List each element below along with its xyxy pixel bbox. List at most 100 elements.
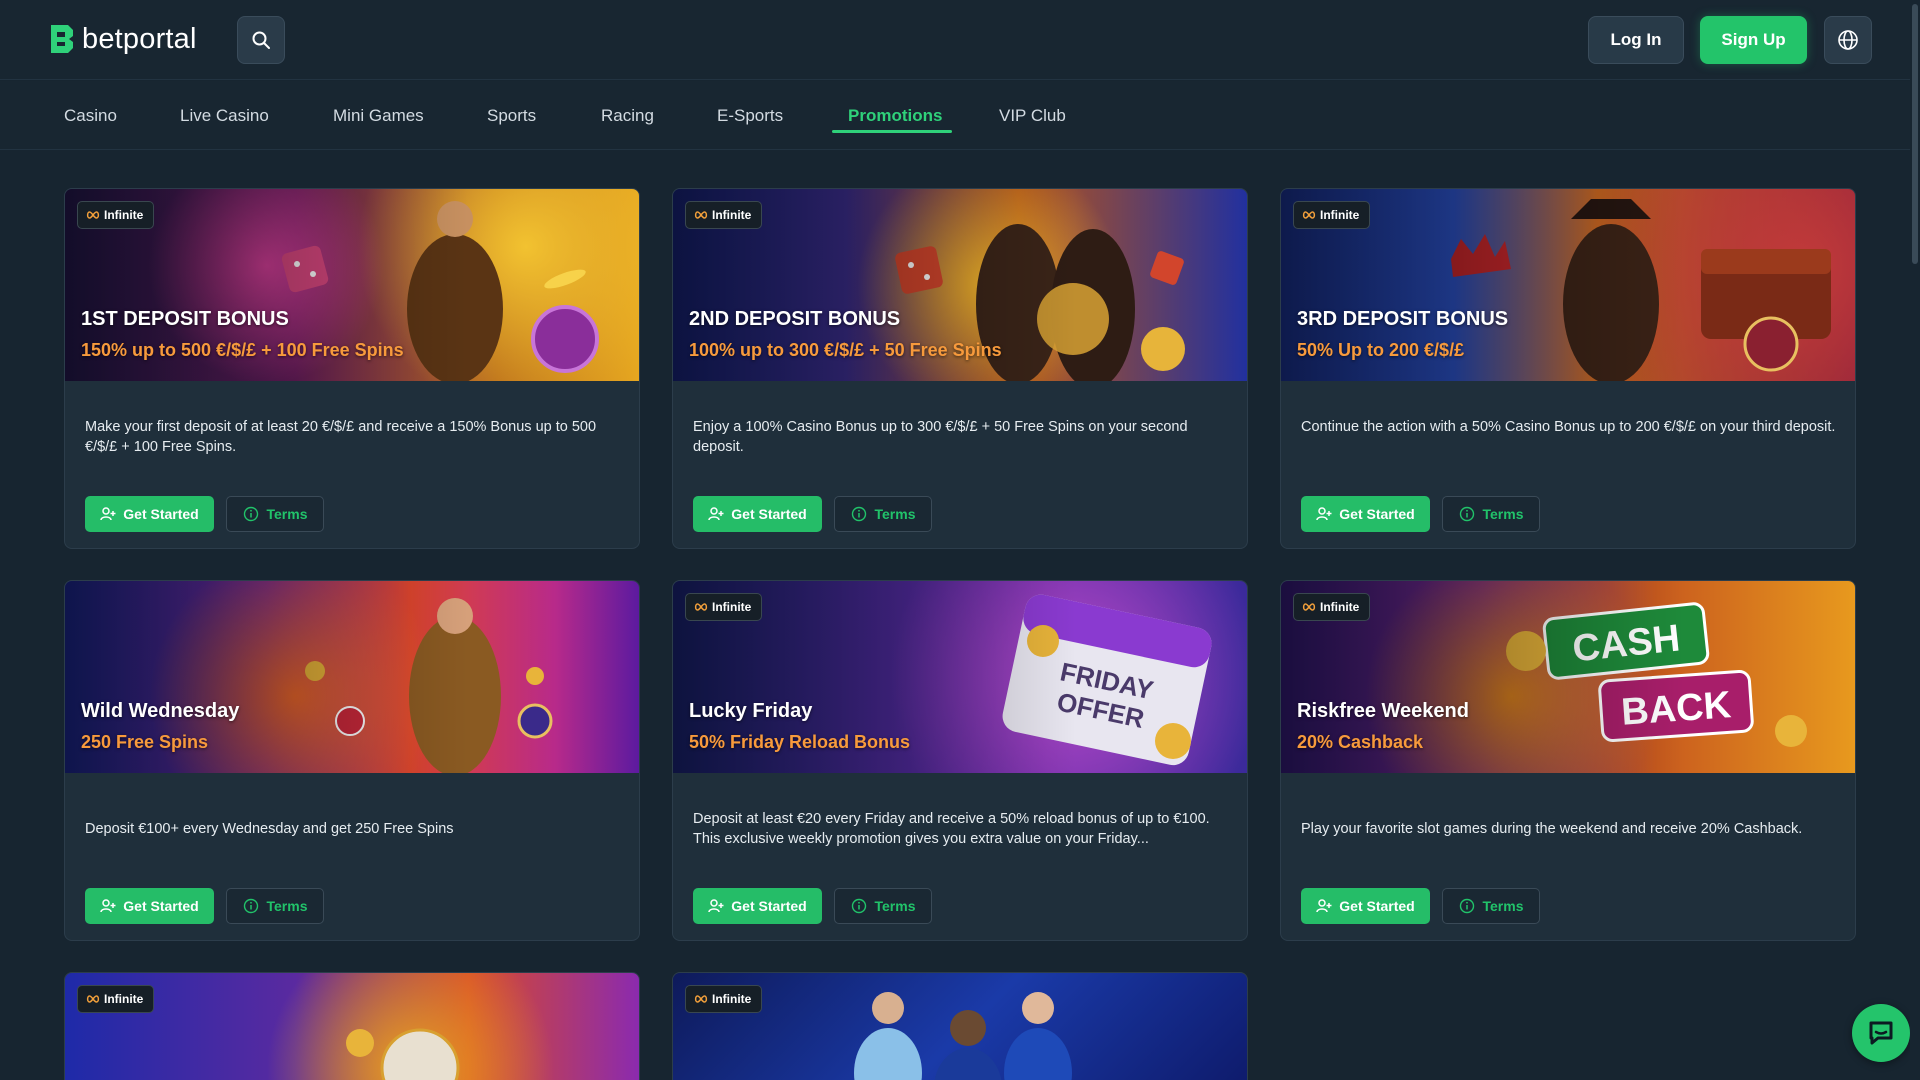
terms-button[interactable]: Terms [1442, 888, 1540, 924]
terms-button[interactable]: Terms [226, 496, 324, 532]
infinity-icon [1302, 603, 1316, 611]
promo-banner: Infinite 3RD DEPOSIT BONUS 50% Up to 200… [1281, 189, 1855, 381]
promo-card-3rd-deposit: Infinite 3RD DEPOSIT BONUS 50% Up to 200… [1280, 188, 1856, 549]
terms-label: Terms [1482, 506, 1524, 522]
terms-label: Terms [1482, 898, 1524, 914]
nav-item-promotions[interactable]: Promotions [832, 81, 958, 150]
nav-item-vip-club[interactable]: VIP Club [983, 81, 1082, 150]
infinity-icon [694, 603, 708, 611]
search-button[interactable] [237, 16, 285, 64]
infinite-badge: Infinite [685, 201, 763, 229]
promo-card-sports-partial: Infinite [64, 972, 640, 1080]
nav-item-esports[interactable]: E-Sports [701, 81, 799, 150]
nav-item-live-casino[interactable]: Live Casino [164, 81, 285, 150]
promo-banner: Infinite 2ND DEPOSIT BONUS 100% up to 30… [673, 189, 1247, 381]
promo-subtitle: 250 Free Spins [81, 732, 209, 752]
promo-title: 1ST DEPOSIT BONUS [81, 308, 289, 330]
promo-card-lucky-friday: FRIDAY OFFER Infinite Lucky Friday 50% F… [672, 580, 1248, 941]
scrollbar-thumb[interactable] [1912, 4, 1918, 264]
betportal-logo-icon [51, 25, 73, 53]
terms-label: Terms [266, 506, 308, 522]
user-plus-icon [708, 507, 724, 521]
terms-button[interactable]: Terms [226, 888, 324, 924]
promo-title: 3RD DEPOSIT BONUS [1297, 308, 1509, 330]
get-started-button[interactable]: Get Started [693, 496, 822, 532]
promo-banner: Wild Wednesday 250 Free Spins [65, 581, 639, 773]
nav-item-casino[interactable]: Casino [48, 81, 133, 150]
globe-icon [1838, 30, 1858, 50]
badge-label: Infinite [712, 992, 752, 1006]
active-tab-indicator [832, 130, 952, 133]
promo-description: Enjoy a 100% Casino Bonus up to 300 €/$/… [693, 419, 1188, 455]
user-plus-icon [100, 507, 116, 521]
badge-label: Infinite [104, 208, 144, 222]
promo-subtitle: 50% Up to 200 €/$/£ [1297, 340, 1465, 360]
user-plus-icon [1316, 507, 1332, 521]
badge-label: Infinite [104, 992, 144, 1006]
infinity-icon [86, 211, 100, 219]
promo-description: Continue the action with a 50% Casino Bo… [1301, 419, 1836, 435]
badge-label: Infinite [1320, 208, 1360, 222]
terms-button[interactable]: Terms [834, 888, 932, 924]
promo-subtitle: 150% up to 500 €/$/£ + 100 Free Spins [81, 340, 404, 360]
language-button[interactable] [1824, 16, 1872, 64]
infinite-badge: Infinite [685, 985, 763, 1013]
get-started-label: Get Started [731, 506, 807, 522]
info-icon [851, 898, 866, 914]
promo-title: Wild Wednesday [81, 700, 240, 722]
brand-logo[interactable]: betportal [48, 22, 197, 56]
terms-button[interactable]: Terms [1442, 496, 1540, 532]
nav-item-mini-games[interactable]: Mini Games [317, 81, 440, 150]
infinity-icon [86, 995, 100, 1003]
login-button[interactable]: Log In [1588, 16, 1684, 64]
main-nav: Casino Live Casino Mini Games Sports Rac… [0, 81, 1920, 150]
promo-banner: Infinite [65, 973, 639, 1080]
terms-label: Terms [266, 898, 308, 914]
promo-description: Deposit €100+ every Wednesday and get 25… [85, 821, 454, 837]
nav-item-racing[interactable]: Racing [585, 81, 670, 150]
promo-subtitle: 50% Friday Reload Bonus [689, 732, 911, 752]
terms-label: Terms [874, 506, 916, 522]
infinity-icon [694, 211, 708, 219]
top-header: betportal Log In Sign Up [0, 0, 1920, 80]
nav-item-sports[interactable]: Sports [471, 81, 552, 150]
chat-icon [1869, 1021, 1893, 1045]
promo-description: Deposit at least €20 every Friday and re… [693, 811, 1210, 847]
promo-card-wild-wednesday: Wild Wednesday 250 Free Spins Deposit €1… [64, 580, 640, 941]
infinity-icon [694, 995, 708, 1003]
promo-banner: Infinite 1ST DEPOSIT BONUS 150% up to 50… [65, 189, 639, 381]
info-icon [1459, 898, 1474, 914]
get-started-label: Get Started [1339, 898, 1415, 914]
promo-title: Riskfree Weekend [1297, 700, 1469, 722]
promo-title: Lucky Friday [689, 700, 813, 722]
promo-card-riskfree-weekend: CASH BACK Infinite Riskfree Weekend 20% … [1280, 580, 1856, 941]
info-icon [243, 898, 258, 914]
promo-card-football-partial: Infinite [672, 972, 1248, 1080]
infinity-icon [1302, 211, 1316, 219]
promo-subtitle: 100% up to 300 €/$/£ + 50 Free Spins [689, 340, 1002, 360]
get-started-button[interactable]: Get Started [85, 496, 214, 532]
get-started-button[interactable]: Get Started [1301, 496, 1430, 532]
get-started-button[interactable]: Get Started [85, 888, 214, 924]
promo-card-1st-deposit: Infinite 1ST DEPOSIT BONUS 150% up to 50… [64, 188, 640, 549]
badge-label: Infinite [1320, 600, 1360, 614]
promo-banner: FRIDAY OFFER Infinite Lucky Friday 50% F… [673, 581, 1247, 773]
signup-button[interactable]: Sign Up [1700, 16, 1807, 64]
user-plus-icon [100, 899, 116, 913]
infinite-badge: Infinite [77, 985, 155, 1013]
search-icon [252, 31, 270, 49]
user-plus-icon [1316, 899, 1332, 913]
live-chat-button[interactable] [1852, 1004, 1910, 1062]
infinite-badge: Infinite [685, 593, 763, 621]
promo-card-2nd-deposit: Infinite 2ND DEPOSIT BONUS 100% up to 30… [672, 188, 1248, 549]
promo-description: Play your favorite slot games during the… [1301, 821, 1803, 837]
info-icon [851, 506, 866, 522]
get-started-button[interactable]: Get Started [693, 888, 822, 924]
infinite-badge: Infinite [1293, 201, 1371, 229]
info-icon [1459, 506, 1474, 522]
get-started-button[interactable]: Get Started [1301, 888, 1430, 924]
terms-button[interactable]: Terms [834, 496, 932, 532]
badge-label: Infinite [712, 208, 752, 222]
get-started-label: Get Started [1339, 506, 1415, 522]
info-icon [243, 506, 258, 522]
